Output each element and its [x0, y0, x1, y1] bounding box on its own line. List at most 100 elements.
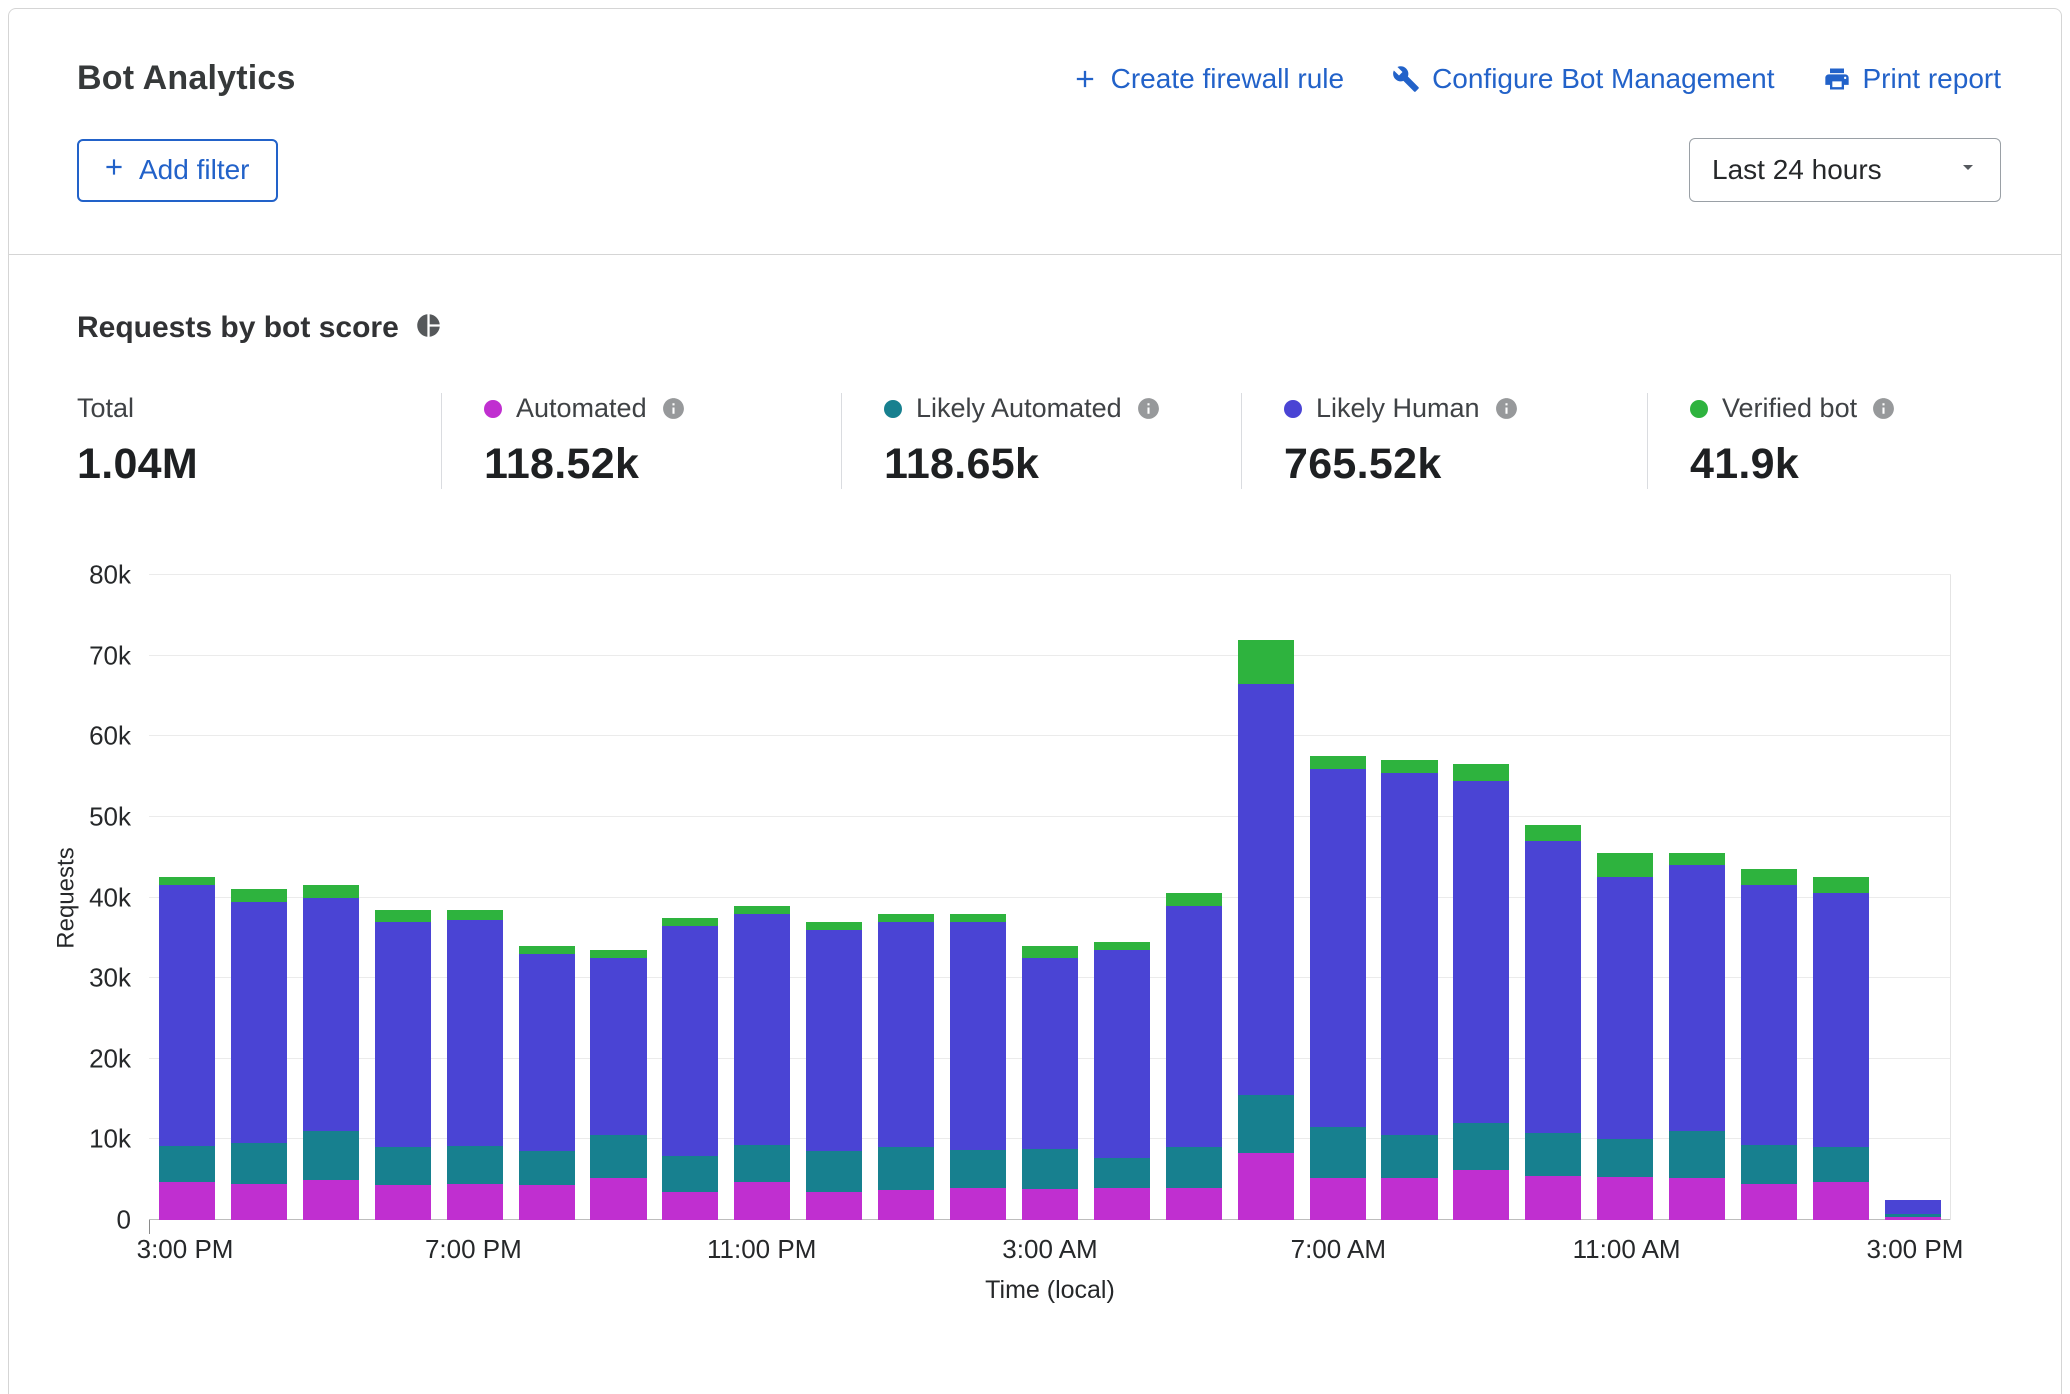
bar-segment-automated[interactable] — [1094, 1188, 1150, 1220]
bar-segment-verified-bot[interactable] — [1238, 640, 1294, 684]
bar[interactable] — [1094, 575, 1150, 1220]
bar-segment-verified-bot[interactable] — [375, 910, 431, 922]
bar-segment-likely-human[interactable] — [590, 958, 646, 1135]
bar-segment-automated[interactable] — [806, 1192, 862, 1220]
bar-segment-automated[interactable] — [447, 1184, 503, 1220]
bar-segment-automated[interactable] — [878, 1190, 934, 1220]
bar-segment-likely-human[interactable] — [1669, 865, 1725, 1131]
bar-segment-likely-human[interactable] — [1525, 841, 1581, 1133]
bar[interactable] — [1597, 575, 1653, 1220]
bar-segment-automated[interactable] — [1453, 1170, 1509, 1220]
bar[interactable] — [1813, 575, 1869, 1220]
bar-segment-verified-bot[interactable] — [1094, 942, 1150, 950]
time-range-select[interactable]: Last 24 hours — [1689, 138, 2001, 202]
bar[interactable] — [303, 575, 359, 1220]
print-report-link[interactable]: Print report — [1823, 63, 2002, 95]
bar[interactable] — [1022, 575, 1078, 1220]
bar-segment-verified-bot[interactable] — [734, 906, 790, 914]
bar-segment-verified-bot[interactable] — [1597, 853, 1653, 877]
configure-bot-management-link[interactable]: Configure Bot Management — [1392, 63, 1774, 95]
bar-segment-likely-automated[interactable] — [375, 1147, 431, 1185]
bar-segment-likely-automated[interactable] — [1381, 1135, 1437, 1178]
bar[interactable] — [231, 575, 287, 1220]
bar-segment-verified-bot[interactable] — [159, 877, 215, 885]
bar[interactable] — [662, 575, 718, 1220]
bar-segment-likely-automated[interactable] — [519, 1151, 575, 1185]
bar-segment-verified-bot[interactable] — [806, 922, 862, 930]
bar-segment-verified-bot[interactable] — [231, 889, 287, 901]
info-icon[interactable] — [1136, 396, 1161, 421]
bar-segment-likely-automated[interactable] — [806, 1151, 862, 1191]
bar-segment-automated[interactable] — [1525, 1176, 1581, 1220]
bar-segment-likely-automated[interactable] — [1741, 1145, 1797, 1184]
bar[interactable] — [1525, 575, 1581, 1220]
bar-segment-likely-human[interactable] — [950, 922, 1006, 1150]
bar-segment-verified-bot[interactable] — [878, 914, 934, 922]
bar-segment-verified-bot[interactable] — [1022, 946, 1078, 958]
info-icon[interactable] — [661, 396, 686, 421]
bar-segment-likely-automated[interactable] — [1597, 1139, 1653, 1177]
bar-segment-likely-human[interactable] — [1310, 769, 1366, 1128]
bar-segment-likely-human[interactable] — [1022, 958, 1078, 1149]
bar-segment-automated[interactable] — [231, 1184, 287, 1220]
bar-segment-likely-automated[interactable] — [1525, 1133, 1581, 1176]
bar-segment-likely-human[interactable] — [734, 914, 790, 1145]
bar[interactable] — [159, 575, 215, 1220]
bar[interactable] — [447, 575, 503, 1220]
bar[interactable] — [590, 575, 646, 1220]
bar-segment-likely-human[interactable] — [1166, 906, 1222, 1148]
bar-segment-automated[interactable] — [590, 1178, 646, 1220]
bar[interactable] — [734, 575, 790, 1220]
bar-segment-verified-bot[interactable] — [950, 914, 1006, 922]
bar-segment-likely-human[interactable] — [1597, 877, 1653, 1139]
bar-segment-automated[interactable] — [1238, 1153, 1294, 1220]
bar-segment-likely-automated[interactable] — [1238, 1095, 1294, 1153]
bar-segment-automated[interactable] — [1741, 1184, 1797, 1220]
bar-segment-likely-automated[interactable] — [1094, 1158, 1150, 1188]
bar-segment-verified-bot[interactable] — [590, 950, 646, 958]
bar-segment-automated[interactable] — [303, 1180, 359, 1220]
bar-segment-likely-human[interactable] — [662, 926, 718, 1156]
bar[interactable] — [1669, 575, 1725, 1220]
bar[interactable] — [1741, 575, 1797, 1220]
bar-segment-verified-bot[interactable] — [1453, 764, 1509, 780]
create-firewall-rule-link[interactable]: Create firewall rule — [1071, 63, 1344, 95]
bar-segment-likely-automated[interactable] — [1022, 1149, 1078, 1189]
bar-segment-automated[interactable] — [1885, 1217, 1941, 1220]
bar-segment-likely-human[interactable] — [1453, 781, 1509, 1124]
bar-segment-likely-automated[interactable] — [662, 1156, 718, 1192]
bar-segment-automated[interactable] — [159, 1182, 215, 1220]
bar-segment-verified-bot[interactable] — [1310, 756, 1366, 768]
bar-segment-automated[interactable] — [519, 1185, 575, 1220]
bar-segment-verified-bot[interactable] — [447, 910, 503, 920]
bar[interactable] — [1453, 575, 1509, 1220]
bar-segment-automated[interactable] — [734, 1182, 790, 1220]
bar-segment-likely-human[interactable] — [1238, 684, 1294, 1095]
bar-segment-automated[interactable] — [950, 1188, 1006, 1220]
bar-segment-likely-human[interactable] — [878, 922, 934, 1148]
bar-segment-verified-bot[interactable] — [1813, 877, 1869, 893]
bar-segment-verified-bot[interactable] — [1166, 893, 1222, 905]
bar[interactable] — [1310, 575, 1366, 1220]
bar[interactable] — [806, 575, 862, 1220]
bar[interactable] — [1381, 575, 1437, 1220]
bar-segment-likely-human[interactable] — [1885, 1200, 1941, 1214]
bar-segment-verified-bot[interactable] — [1669, 853, 1725, 865]
bar[interactable] — [519, 575, 575, 1220]
bar-segment-automated[interactable] — [1022, 1189, 1078, 1220]
bar-segment-likely-human[interactable] — [159, 885, 215, 1145]
bar-segment-likely-automated[interactable] — [734, 1145, 790, 1182]
bar-segment-likely-automated[interactable] — [303, 1131, 359, 1179]
bar-segment-likely-human[interactable] — [447, 920, 503, 1146]
bar-segment-likely-automated[interactable] — [1310, 1127, 1366, 1178]
bar-segment-likely-human[interactable] — [806, 930, 862, 1152]
bar-segment-verified-bot[interactable] — [1381, 760, 1437, 772]
info-icon[interactable] — [1494, 396, 1519, 421]
bar-segment-likely-automated[interactable] — [590, 1135, 646, 1178]
bar-segment-likely-automated[interactable] — [231, 1143, 287, 1183]
bar-segment-verified-bot[interactable] — [519, 946, 575, 954]
bar-segment-verified-bot[interactable] — [303, 885, 359, 897]
bar-segment-likely-human[interactable] — [519, 954, 575, 1152]
bar-segment-verified-bot[interactable] — [1525, 825, 1581, 841]
bar-segment-automated[interactable] — [1813, 1182, 1869, 1220]
